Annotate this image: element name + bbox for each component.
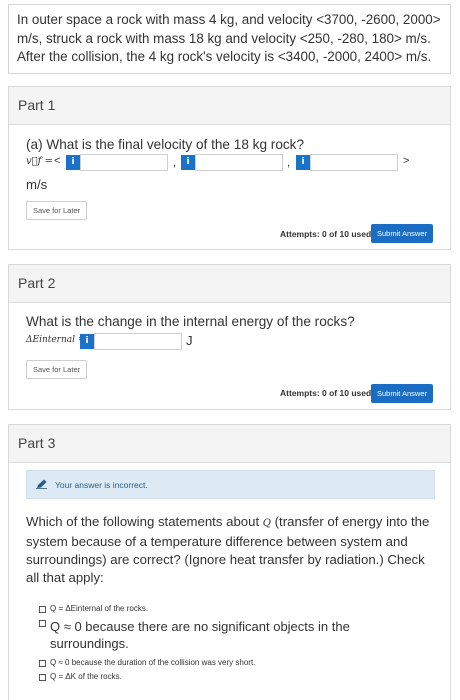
save-for-later-button[interactable]: Save for Later — [26, 201, 88, 220]
velocity-symbol: v⃗f = — [26, 156, 53, 167]
alert-text: Your answer is incorrect. — [55, 480, 148, 490]
info-icon-x[interactable]: i — [66, 155, 80, 170]
problem-statement: In outer space a rock with mass 4 kg, an… — [8, 4, 451, 74]
part-1-title: Part 1 — [18, 97, 56, 113]
incorrect-answer-alert: Your answer is incorrect. — [26, 470, 435, 499]
save-for-later-button[interactable]: Save for Later — [26, 360, 88, 379]
option-checkbox-3[interactable] — [39, 660, 46, 667]
info-icon[interactable]: i — [80, 334, 94, 349]
submit-answer-button[interactable]: Submit Answer — [371, 224, 434, 243]
part-1-header[interactable]: Part 1 — [9, 87, 450, 125]
part-1-panel: Part 1 (a) What is the final velocity of… — [8, 86, 451, 250]
option-label-4: Q = ΔK of the rocks. — [50, 672, 122, 681]
comma-separator: , — [173, 157, 177, 169]
submit-answer-button[interactable]: Submit Answer — [371, 384, 434, 403]
open-bracket: < — [54, 155, 61, 167]
velocity-x-input[interactable] — [80, 154, 168, 171]
option-checkbox-2[interactable] — [39, 620, 46, 627]
velocity-y-input[interactable] — [195, 154, 283, 171]
option-checkbox-4[interactable] — [39, 674, 46, 681]
pencil-icon — [36, 479, 47, 489]
part-2-header[interactable]: Part 2 — [9, 265, 450, 303]
option-checkbox-1[interactable] — [39, 606, 46, 613]
internal-energy-input[interactable] — [94, 333, 182, 350]
part-2-panel: Part 2 What is the change in the interna… — [8, 264, 451, 410]
energy-unit: J — [186, 333, 193, 348]
part-2-title: Part 2 — [18, 275, 56, 291]
part-3-question: Which of the following statements about … — [26, 514, 430, 585]
part-3-header[interactable]: Part 3 — [9, 425, 450, 463]
option-label-1: Q = ΔEinternal of the rocks. — [50, 604, 149, 613]
info-icon-y[interactable]: i — [181, 155, 195, 170]
option-label-3: Q ≈ 0 because the duration of the collis… — [50, 658, 256, 667]
delta-energy-symbol: ΔEinternal = — [26, 335, 86, 345]
velocity-unit: m/s — [26, 177, 48, 192]
velocity-z-input[interactable] — [310, 154, 398, 171]
part-2-question: What is the change in the internal energ… — [26, 314, 355, 329]
part-3-panel: Part 3 Your answer is incorrect. Which o… — [8, 424, 451, 700]
part-3-title: Part 3 — [18, 435, 56, 451]
option-label-2: Q ≈ 0 because there are no significant o… — [50, 619, 350, 651]
attempts-counter: Attempts: 0 of 10 used — [280, 388, 372, 398]
close-bracket: > — [403, 155, 410, 167]
part-1-question: (a) What is the final velocity of the 18… — [26, 137, 305, 152]
problem-text: In outer space a rock with mass 4 kg, an… — [17, 12, 441, 64]
info-icon-z[interactable]: i — [296, 155, 310, 170]
comma-separator: , — [287, 157, 291, 169]
attempts-counter: Attempts: 0 of 10 used — [280, 229, 372, 239]
